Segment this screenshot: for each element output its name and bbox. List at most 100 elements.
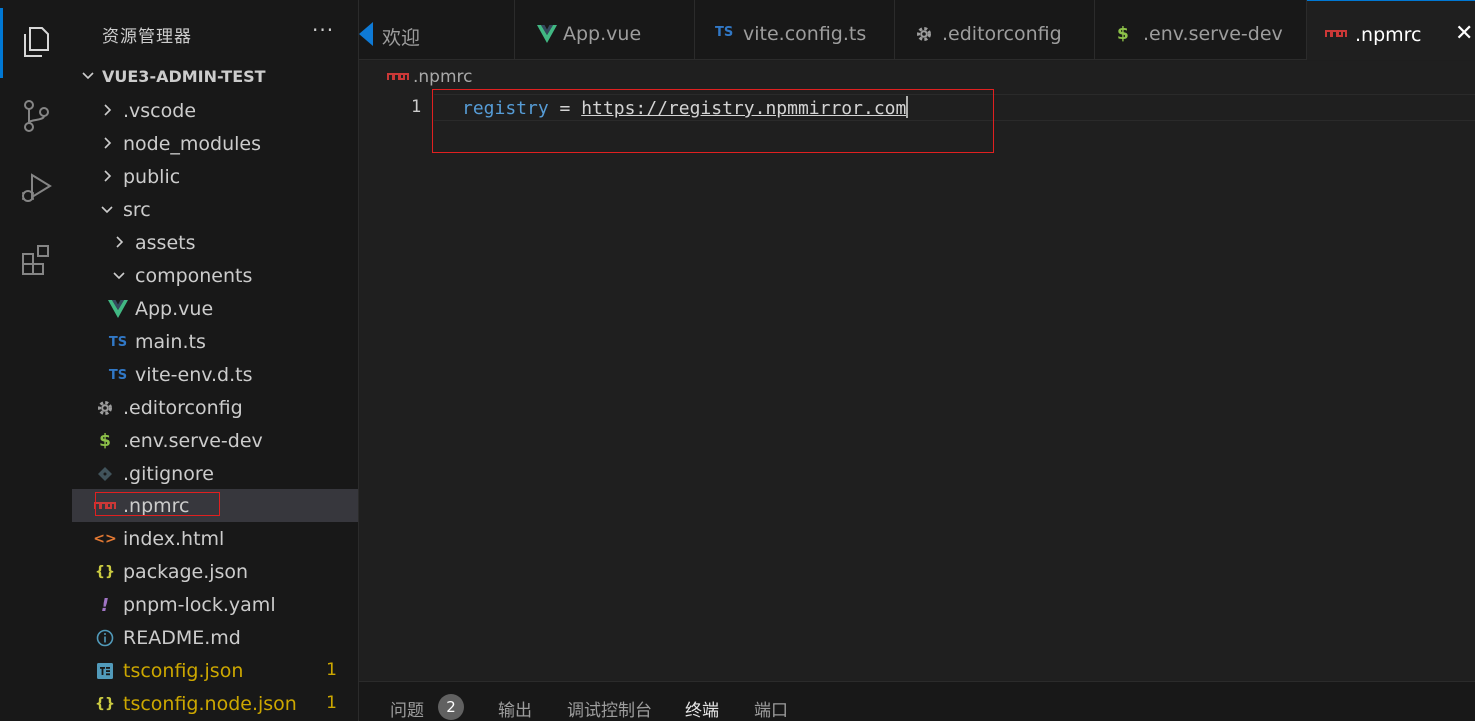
tree-item-label: components	[135, 265, 253, 287]
tab-editorconfig[interactable]: .editorconfig	[895, 0, 1095, 60]
code-value-link[interactable]: https://registry.npmmirror.com	[581, 98, 906, 119]
git-icon	[94, 463, 116, 485]
tab-problems[interactable]: 问题	[390, 696, 424, 721]
tree-item-label: package.json	[123, 561, 249, 583]
tree-item-index-html[interactable]: <> index.html	[72, 522, 358, 555]
tab-output[interactable]: 输出	[498, 696, 532, 721]
explorer-sidebar: 资源管理器 ··· VUE3-ADMIN-TEST .vscode node_m…	[72, 0, 359, 721]
tab-welcome[interactable]: 欢迎	[359, 0, 515, 60]
tree-item-label: main.ts	[135, 331, 206, 353]
more-actions-button[interactable]: ···	[312, 18, 334, 42]
tab-app-vue[interactable]: App.vue	[515, 0, 695, 60]
breadcrumb-file[interactable]: .npmrc	[413, 67, 473, 87]
tsconfig-icon	[94, 660, 116, 682]
tree-item-node-modules[interactable]: node_modules	[72, 127, 358, 160]
code-operator: =	[548, 98, 582, 119]
tree-item-package-json[interactable]: {} package.json	[72, 555, 358, 588]
tree-item-label: .gitignore	[123, 463, 214, 485]
editor-tabs: 欢迎 App.vue TS vite.config.ts .editorconf…	[359, 0, 1475, 60]
editor-area[interactable]: .npmrc 1 registry = https://registry.npm…	[359, 61, 1475, 681]
tree-item-label: App.vue	[135, 298, 214, 320]
gear-icon	[94, 397, 116, 419]
tree-item-label: tsconfig.json	[123, 660, 244, 682]
problems-count-badge: 2	[438, 694, 464, 720]
tab-npmrc[interactable]: .npmrc ✕	[1307, 0, 1475, 60]
chevron-down-icon	[113, 272, 125, 280]
sidebar-title: 资源管理器	[102, 27, 192, 47]
tree-item-tsconfig-node[interactable]: {} tsconfig.node.json 1	[72, 687, 358, 720]
active-indicator	[0, 8, 3, 78]
project-folder[interactable]: VUE3-ADMIN-TEST	[72, 61, 358, 94]
ts-icon: TS	[108, 367, 128, 383]
tree-item-tsconfig[interactable]: tsconfig.json 1	[72, 654, 358, 687]
tab-label: .editorconfig	[942, 23, 1062, 45]
tree-item-npmrc[interactable]: .npmrc	[72, 489, 358, 522]
tab-ports[interactable]: 端口	[754, 696, 788, 721]
tab-debug-console[interactable]: 调试控制台	[567, 696, 652, 721]
run-debug-icon[interactable]	[14, 165, 58, 209]
tab-label: .env.serve-dev	[1143, 23, 1283, 45]
gear-icon	[917, 27, 931, 41]
chevron-right-icon	[104, 104, 112, 116]
text-cursor	[906, 96, 909, 118]
vscode-icon	[359, 22, 373, 46]
code-line[interactable]: registry = https://registry.npmmirror.co…	[462, 96, 909, 119]
tree-item-vscode[interactable]: .vscode	[72, 94, 358, 127]
vue-icon	[537, 25, 557, 43]
npm-icon	[94, 495, 116, 517]
explorer-icon[interactable]	[14, 20, 58, 64]
tree-item-env-serve-dev[interactable]: $ .env.serve-dev	[72, 424, 358, 457]
tab-terminal[interactable]: 终端	[685, 696, 719, 721]
chevron-down-icon	[82, 72, 94, 80]
tree-item-public[interactable]: public	[72, 160, 358, 193]
tree-item-label: index.html	[123, 528, 225, 550]
problem-count-badge: 1	[326, 693, 337, 713]
chevron-right-icon	[116, 236, 124, 248]
tree-item-components[interactable]: components	[72, 259, 358, 292]
chevron-right-icon	[104, 170, 112, 182]
ts-icon: TS	[715, 25, 734, 40]
npm-icon	[1325, 30, 1347, 37]
tree-item-readme[interactable]: README.md	[72, 621, 358, 654]
tree-item-label: src	[123, 199, 151, 221]
activity-bar	[0, 0, 72, 721]
tree-item-editorconfig[interactable]: .editorconfig	[72, 391, 358, 424]
source-control-icon[interactable]	[14, 94, 58, 138]
breadcrumb: .npmrc	[387, 67, 473, 87]
line-number: 1	[411, 97, 422, 117]
tab-label: App.vue	[563, 23, 642, 45]
problem-count-badge: 1	[326, 660, 337, 680]
tree-item-label: .env.serve-dev	[123, 430, 263, 452]
extensions-icon[interactable]	[14, 238, 58, 282]
tree-item-label: assets	[135, 232, 196, 254]
code-key: registry	[462, 98, 549, 119]
npm-icon	[387, 72, 409, 80]
tab-label: vite.config.ts	[743, 23, 867, 45]
vue-icon	[107, 298, 129, 320]
ts-icon: TS	[108, 334, 128, 350]
tree-item-main-ts[interactable]: TS main.ts	[72, 325, 358, 358]
tree-item-label: tsconfig.node.json	[123, 693, 297, 715]
tree-item-app-vue[interactable]: App.vue	[72, 292, 358, 325]
tree-item-assets[interactable]: assets	[72, 226, 358, 259]
chevron-down-icon	[101, 206, 113, 214]
tab-vite-config[interactable]: TS vite.config.ts	[695, 0, 895, 60]
info-icon	[94, 627, 116, 649]
json-icon: {}	[95, 696, 115, 712]
panel-tabs: 问题 2 输出 调试控制台 终端 端口	[359, 681, 1475, 721]
tree-item-label: pnpm-lock.yaml	[123, 594, 276, 616]
html-icon: <>	[93, 531, 117, 547]
tree-item-gitignore[interactable]: .gitignore	[72, 457, 358, 490]
tree-item-label: public	[123, 166, 181, 188]
tree-item-src[interactable]: src	[72, 193, 358, 226]
tab-env-serve-dev[interactable]: $ .env.serve-dev	[1095, 0, 1307, 60]
chevron-right-icon	[104, 137, 112, 149]
tree-item-label: .npmrc	[123, 495, 190, 517]
close-icon[interactable]: ✕	[1455, 21, 1473, 46]
tree-item-pnpm-lock[interactable]: ! pnpm-lock.yaml	[72, 588, 358, 621]
tree-item-vite-env[interactable]: TS vite-env.d.ts	[72, 358, 358, 391]
dollar-icon: $	[1117, 24, 1129, 44]
tab-label: .npmrc	[1355, 24, 1422, 46]
dollar-icon: $	[99, 431, 111, 451]
tree-item-label: README.md	[123, 627, 241, 649]
